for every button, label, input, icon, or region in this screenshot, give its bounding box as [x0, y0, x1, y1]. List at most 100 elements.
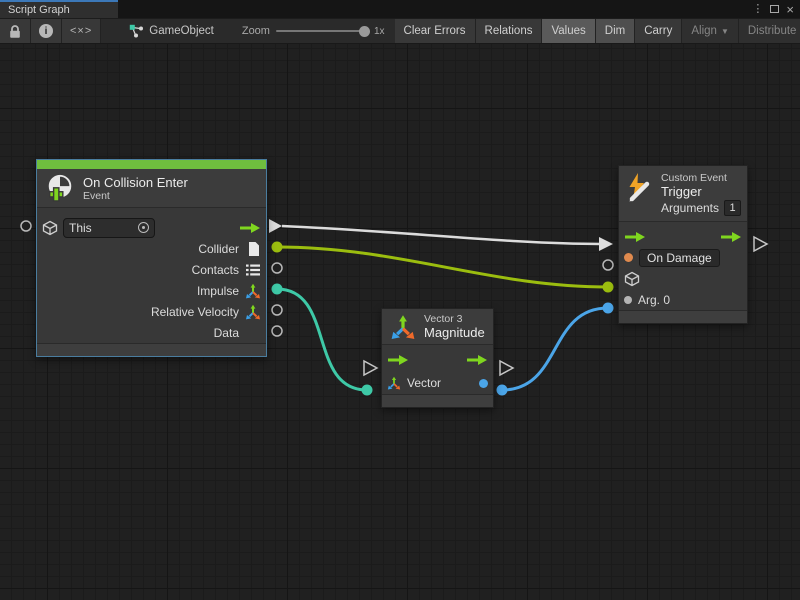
control-output-arrow-icon — [720, 231, 742, 243]
zoom-label: Zoom — [242, 25, 270, 37]
port-event-name-input[interactable] — [603, 260, 613, 270]
port-label: Impulse — [197, 284, 239, 298]
row-impulse: Impulse — [37, 280, 266, 301]
zoom-control: Zoom 1x — [224, 19, 395, 43]
contacts-list-icon — [246, 264, 260, 276]
port-label: Collider — [198, 242, 239, 256]
float-output-dot-icon — [479, 379, 488, 388]
port-collider-output[interactable] — [272, 242, 283, 253]
row-event-target — [619, 268, 747, 289]
align-button[interactable]: Align ▼ — [682, 19, 739, 43]
node-trigger-custom-event[interactable]: Custom Event Trigger Arguments 1 — [618, 165, 748, 324]
gameobject-cube-icon — [42, 220, 58, 236]
port-arg0-input[interactable] — [603, 303, 614, 314]
row-contacts: Contacts — [37, 259, 266, 280]
close-icon[interactable]: × — [786, 3, 794, 16]
node-category: Vector 3 — [424, 313, 485, 325]
code-preview-button[interactable]: <×> — [62, 19, 101, 43]
zoom-value: 1x — [374, 26, 385, 37]
values-button[interactable]: Values — [542, 19, 595, 43]
node-on-collision-enter[interactable]: On Collision Enter Event This — [36, 159, 267, 357]
inspect-button[interactable]: i — [31, 19, 62, 43]
control-output-arrow-icon — [466, 354, 488, 366]
node-header: Custom Event Trigger Arguments 1 — [619, 166, 747, 222]
object-picker-icon[interactable] — [138, 222, 149, 233]
gameobject-cube-icon — [624, 271, 640, 287]
port-label: Vector — [407, 376, 441, 390]
titlebar: Script Graph ⋮ × — [0, 0, 800, 18]
port-vector-input[interactable] — [362, 385, 373, 396]
row-relative-velocity: Relative Velocity — [37, 301, 266, 322]
row-collider: Collider — [37, 238, 266, 259]
graph-owner-section: GameObject — [119, 19, 224, 43]
vector3-icon — [387, 376, 401, 390]
graph-node-icon — [129, 24, 144, 38]
tab-label: Script Graph — [8, 4, 70, 16]
target-object-value: This — [69, 221, 134, 235]
maximize-icon[interactable] — [770, 5, 779, 13]
row-vector: Vector — [382, 372, 493, 394]
arguments-label: Arguments — [661, 201, 719, 215]
wire-collider-to-gameobject[interactable] — [277, 247, 608, 287]
dim-button[interactable]: Dim — [596, 19, 635, 43]
port-magnitude-output[interactable] — [497, 385, 508, 396]
zoom-slider[interactable] — [276, 30, 368, 32]
row-event-name: On Damage — [619, 247, 747, 268]
node-footer — [37, 343, 266, 356]
port-control-output[interactable] — [269, 219, 282, 233]
row-control — [382, 347, 493, 372]
node-category: Custom Event — [661, 172, 741, 184]
port-impulse-output[interactable] — [272, 284, 283, 295]
graph-canvas[interactable]: On Collision Enter Event This — [0, 44, 800, 600]
distribute-label: Distribute — [748, 25, 797, 37]
port-magnitude-control-output[interactable] — [500, 361, 513, 375]
port-relative-velocity-output[interactable] — [272, 305, 282, 315]
port-this-input[interactable] — [21, 221, 31, 231]
node-header: Vector 3 Magnitude — [382, 309, 493, 345]
event-color-strip — [37, 160, 266, 169]
port-label: Arg. 0 — [638, 293, 670, 307]
node-footer — [619, 310, 747, 323]
port-label: Contacts — [192, 263, 239, 277]
code-icon: <×> — [70, 25, 92, 37]
carry-button[interactable]: Carry — [635, 19, 682, 43]
string-input-dot-icon — [624, 253, 633, 262]
distribute-button[interactable]: Distribute ▼ — [739, 19, 800, 43]
port-contacts-output[interactable] — [272, 263, 282, 273]
wire-control-flow[interactable] — [282, 226, 613, 251]
target-object-field[interactable]: This — [63, 218, 155, 238]
node-title: On Collision Enter — [83, 175, 188, 190]
node-port-rows: This Collider Contacts — [37, 208, 266, 343]
row-data: Data — [37, 322, 266, 343]
vector3-icon — [245, 283, 261, 299]
control-output-arrow-icon — [239, 222, 261, 234]
wire-arrowhead-icon — [599, 237, 613, 251]
port-event-control-output[interactable] — [754, 237, 767, 251]
row-this: This — [37, 217, 266, 238]
row-control — [619, 226, 747, 247]
port-label: Relative Velocity — [151, 305, 239, 319]
node-title: Magnitude — [424, 325, 485, 340]
wire-impulse-to-vector[interactable] — [277, 289, 367, 390]
event-name-field[interactable]: On Damage — [639, 249, 720, 267]
control-input-arrow-icon — [387, 354, 409, 366]
relations-button[interactable]: Relations — [476, 19, 543, 43]
toolbar: i <×> GameObject Zoom 1x Clear Errors Re… — [0, 18, 800, 44]
clear-errors-button[interactable]: Clear Errors — [395, 19, 476, 43]
node-port-rows: On Damage Arg. 0 — [619, 222, 747, 310]
zoom-slider-handle[interactable] — [359, 26, 370, 37]
arguments-count-field[interactable]: 1 — [724, 200, 741, 216]
kebab-menu-icon[interactable]: ⋮ — [752, 4, 763, 15]
wire-magnitude-to-arg0[interactable] — [502, 308, 608, 390]
port-event-target-input[interactable] — [603, 282, 614, 293]
port-data-output[interactable] — [272, 326, 282, 336]
lock-button[interactable] — [0, 19, 31, 43]
node-title: Trigger — [661, 184, 741, 199]
value-input-dot-icon — [624, 296, 632, 304]
gameobject-label: GameObject — [149, 25, 214, 37]
port-magnitude-control-input[interactable] — [364, 361, 377, 375]
tab-script-graph[interactable]: Script Graph — [0, 0, 118, 18]
node-header: On Collision Enter Event — [37, 169, 266, 208]
node-vector3-magnitude[interactable]: Vector 3 Magnitude Vector — [381, 308, 494, 408]
row-arg0: Arg. 0 — [619, 289, 747, 310]
